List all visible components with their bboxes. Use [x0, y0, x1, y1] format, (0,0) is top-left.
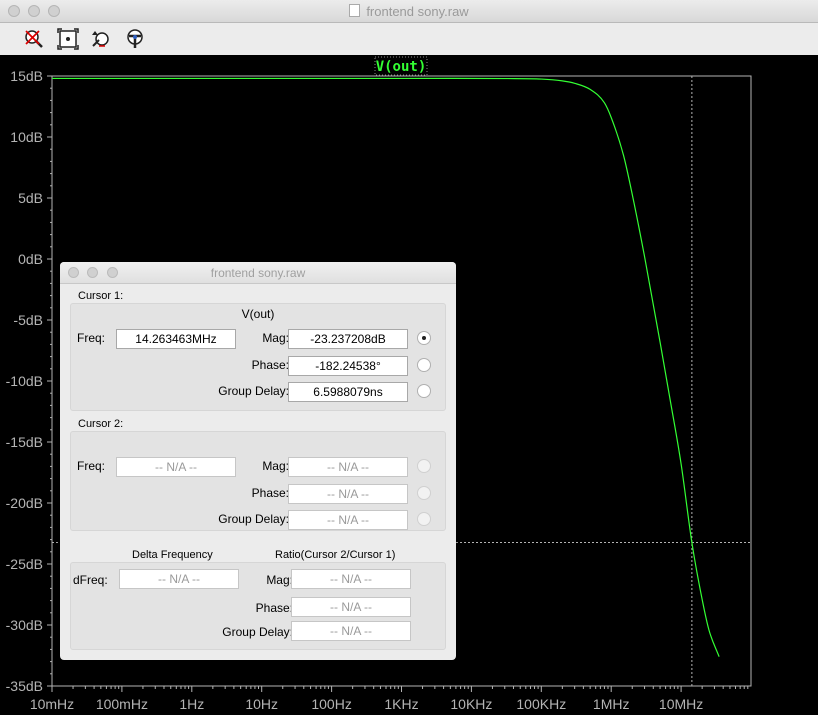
cursor1-group: V(out) Freq: 14.263463MHz Mag: -23.23720… — [70, 303, 446, 411]
cursor1-title: Cursor 1: — [78, 290, 124, 302]
x-tick-label: 100KHz — [516, 696, 566, 712]
cursor2-mag-label: Mag: — [262, 459, 289, 473]
x-tick-label: 100Hz — [311, 696, 351, 712]
x-tick-label: 10KHz — [450, 696, 492, 712]
cursor1-freq-label: Freq: — [77, 331, 106, 345]
cursor2-group-delay-field[interactable]: -- N/A -- — [288, 510, 408, 530]
cursor1-group-delay-radio[interactable] — [417, 384, 431, 398]
cursor1-mag-field[interactable]: -23.237208dB — [288, 329, 408, 349]
cursor2-phase-radio[interactable] — [417, 486, 431, 500]
y-tick-label: 10dB — [10, 129, 43, 145]
document-icon — [349, 4, 361, 17]
delta-phase-label: Phase: — [255, 601, 293, 615]
cursor1-group-delay-label: Group Delay: — [218, 384, 289, 398]
x-tick-label: 10mHz — [30, 696, 74, 712]
delta-mag-label: Mag: — [266, 573, 293, 587]
cursor2-title: Cursor 2: — [78, 418, 124, 430]
y-tick-label: -20dB — [6, 495, 43, 511]
y-tick-label: -5dB — [13, 312, 43, 328]
x-tick-label: 1MHz — [593, 696, 630, 712]
zoom-out-icon[interactable] — [23, 28, 45, 50]
cursor2-freq-field[interactable]: -- N/A -- — [116, 457, 236, 477]
y-tick-label: -35dB — [6, 678, 43, 694]
x-tick-label: 100mHz — [96, 696, 148, 712]
window-title: frontend sony.raw — [0, 4, 818, 19]
zoom-extents-icon[interactable] — [57, 28, 79, 50]
trace-label[interactable]: V(out) — [376, 59, 427, 75]
cursor-dialog: frontend sony.raw Cursor 1: V(out) Freq:… — [60, 262, 456, 660]
cursor1-group-delay-field[interactable]: 6.5988079ns — [288, 382, 408, 402]
delta-mag-field[interactable]: -- N/A -- — [291, 569, 411, 589]
y-axis: 15dB 10dB 5dB 0dB -5dB -10dB -15dB -20dB -25dB -3… — [6, 68, 52, 694]
cursor2-mag-radio[interactable] — [417, 459, 431, 473]
cursor1-freq-field[interactable]: 14.263463MHz — [116, 329, 236, 349]
x-tick-label: 10Hz — [245, 696, 278, 712]
cursor2-group: Freq: -- N/A -- Mag: -- N/A -- Phase: --… — [70, 431, 446, 531]
cursor1-mag-radio[interactable] — [417, 331, 431, 345]
ratio-title: Ratio(Cursor 2/Cursor 1) — [275, 549, 396, 561]
cursor2-group-delay-radio[interactable] — [417, 512, 431, 526]
cursor1-trace-name: V(out) — [241, 307, 275, 321]
y-tick-label: 15dB — [10, 68, 43, 84]
x-axis: 10mHz 100mHz 1Hz 10Hz 100Hz 1KHz 10KHz 100KHz 1M… — [30, 686, 749, 712]
cursor1-phase-radio[interactable] — [417, 358, 431, 372]
dialog-title: frontend sony.raw — [210, 266, 306, 280]
dfreq-label: dFreq: — [73, 573, 108, 587]
delta-group-delay-field[interactable]: -- N/A -- — [291, 621, 411, 641]
x-tick-label: 1KHz — [384, 696, 418, 712]
y-tick-label: 5dB — [18, 190, 43, 206]
y-tick-label: -30dB — [6, 617, 43, 633]
delta-phase-field[interactable]: -- N/A -- — [291, 597, 411, 617]
cursor1-phase-field[interactable]: -182.24538° — [288, 356, 408, 376]
delta-group-delay-label: Group Delay: — [222, 625, 293, 639]
zoom-back-icon[interactable] — [90, 28, 112, 50]
y-tick-label: -10dB — [6, 373, 43, 389]
cursor2-phase-label: Phase: — [251, 486, 289, 500]
toolbar — [0, 23, 818, 55]
delta-frequency-title: Delta Frequency — [132, 549, 213, 561]
probe-icon[interactable] — [124, 28, 146, 50]
y-tick-label: 0dB — [18, 251, 43, 267]
x-tick-label: 1Hz — [179, 696, 204, 712]
cursor1-mag-label: Mag: — [262, 331, 289, 345]
y-tick-label: -15dB — [6, 434, 43, 450]
cursor2-freq-label: Freq: — [77, 459, 106, 473]
cursor2-group-delay-label: Group Delay: — [218, 512, 289, 526]
cursor1-phase-label: Phase: — [251, 358, 289, 372]
cursor2-phase-field[interactable]: -- N/A -- — [288, 484, 408, 504]
cursor2-mag-field[interactable]: -- N/A -- — [288, 457, 408, 477]
app-window: frontend sony.raw 15dB 10dB 5dB 0dB -5dB… — [0, 0, 818, 715]
delta-group: dFreq: -- N/A -- Mag: -- N/A -- Phase: -… — [70, 562, 446, 650]
trace-legend[interactable]: V(out) — [374, 56, 428, 76]
x-tick-label: 10MHz — [659, 696, 703, 712]
title-bar: frontend sony.raw — [0, 0, 818, 23]
dialog-title-bar: frontend sony.raw — [60, 262, 456, 284]
y-tick-label: -25dB — [6, 556, 43, 572]
